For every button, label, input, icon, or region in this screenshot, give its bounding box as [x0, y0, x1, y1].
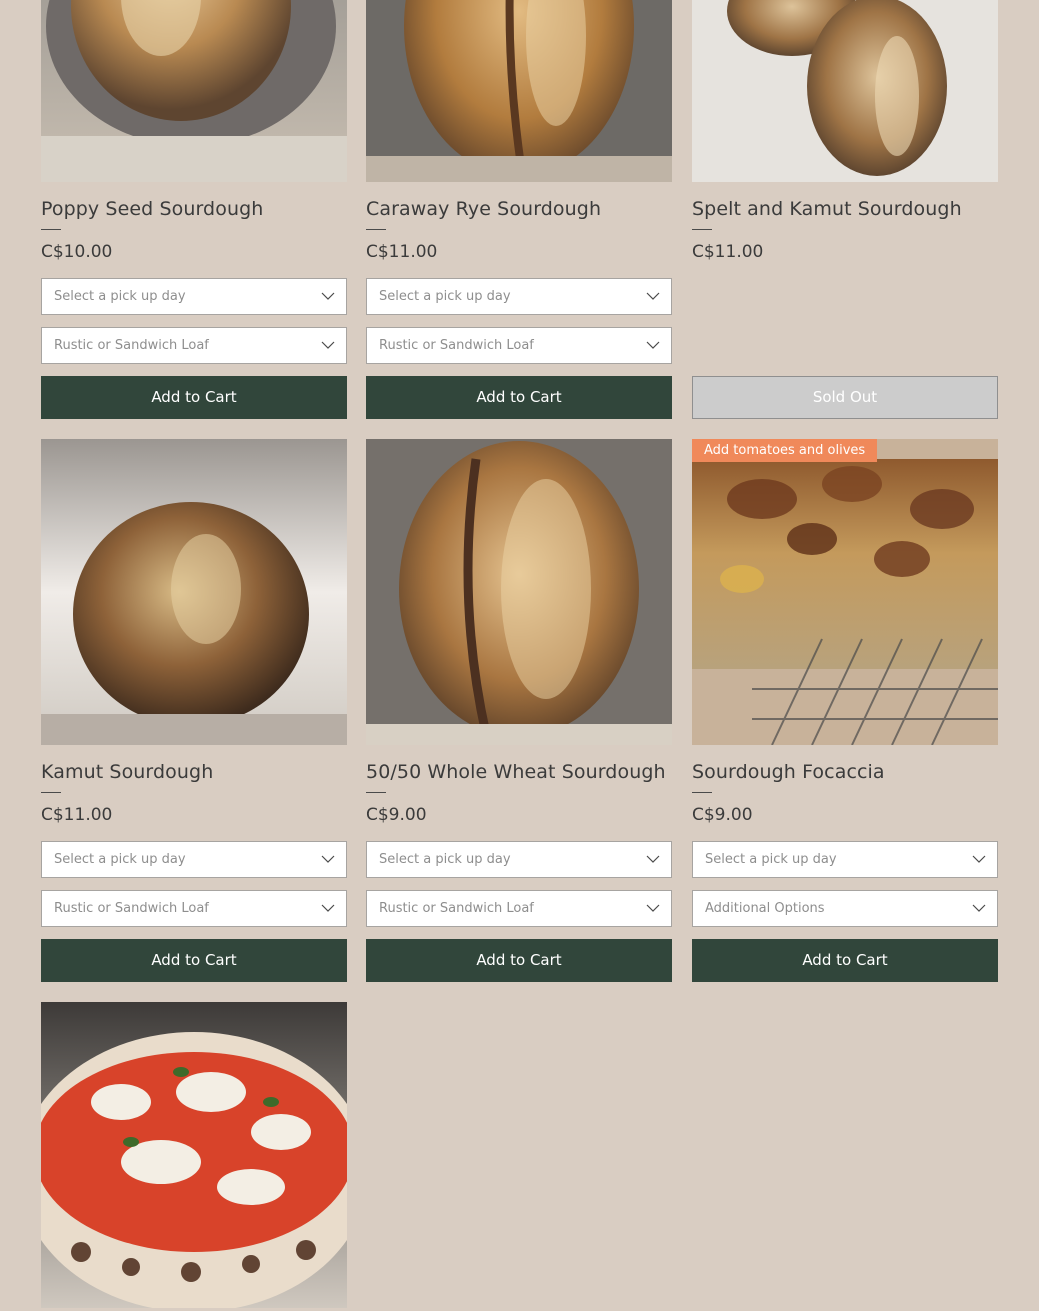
pickup-day-placeholder: Select a pick up day — [379, 289, 511, 304]
product-image[interactable] — [41, 439, 347, 745]
pickup-day-select[interactable]: Select a pick up day — [41, 841, 347, 878]
pickup-day-placeholder: Select a pick up day — [379, 852, 511, 867]
chevron-down-icon — [321, 341, 335, 349]
loaf-type-select[interactable]: Rustic or Sandwich Loaf — [41, 327, 347, 364]
pickup-day-select[interactable]: Select a pick up day — [366, 841, 672, 878]
chevron-down-icon — [646, 341, 660, 349]
product-name[interactable]: Caraway Rye Sourdough — [366, 198, 601, 220]
add-to-cart-button[interactable]: Add to Cart — [366, 376, 672, 419]
chevron-down-icon — [646, 904, 660, 912]
product-name[interactable]: Kamut Sourdough — [41, 761, 213, 783]
product-name[interactable]: Spelt and Kamut Sourdough — [692, 198, 962, 220]
product-name[interactable]: 50/50 Whole Wheat Sourdough — [366, 761, 666, 783]
title-divider — [692, 792, 712, 793]
product-price: C$9.00 — [692, 805, 753, 825]
loaf-type-placeholder: Rustic or Sandwich Loaf — [54, 338, 209, 353]
bread-loaf-image — [366, 0, 672, 182]
chevron-down-icon — [646, 855, 660, 863]
chevron-down-icon — [972, 904, 986, 912]
add-to-cart-button[interactable]: Add to Cart — [366, 939, 672, 982]
pickup-day-placeholder: Select a pick up day — [54, 852, 186, 867]
title-divider — [41, 229, 61, 230]
product-price: C$11.00 — [692, 242, 764, 262]
pickup-day-placeholder: Select a pick up day — [54, 289, 186, 304]
chevron-down-icon — [321, 904, 335, 912]
product-price: C$9.00 — [366, 805, 427, 825]
product-name[interactable]: Poppy Seed Sourdough — [41, 198, 263, 220]
pickup-day-select[interactable]: Select a pick up day — [366, 278, 672, 315]
loaf-type-placeholder: Rustic or Sandwich Loaf — [54, 901, 209, 916]
add-to-cart-button[interactable]: Add to Cart — [41, 939, 347, 982]
bread-loaf-image — [41, 0, 347, 182]
product-price: C$11.00 — [366, 242, 438, 262]
title-divider — [41, 792, 61, 793]
chevron-down-icon — [646, 292, 660, 300]
add-to-cart-button[interactable]: Add to Cart — [692, 939, 998, 982]
product-ribbon: Add tomatoes and olives — [692, 439, 878, 462]
loaf-type-placeholder: Rustic or Sandwich Loaf — [379, 901, 534, 916]
focaccia-image — [692, 439, 998, 745]
product-image[interactable] — [366, 439, 672, 745]
add-to-cart-button[interactable]: Add to Cart — [41, 376, 347, 419]
title-divider — [366, 229, 386, 230]
product-image[interactable] — [366, 0, 672, 182]
chevron-down-icon — [972, 855, 986, 863]
loaf-type-select[interactable]: Rustic or Sandwich Loaf — [366, 327, 672, 364]
title-divider — [692, 229, 712, 230]
product-image[interactable] — [41, 0, 347, 182]
product-price: C$11.00 — [41, 805, 113, 825]
product-image[interactable] — [692, 0, 998, 182]
loaf-type-placeholder: Rustic or Sandwich Loaf — [379, 338, 534, 353]
loaf-type-select[interactable]: Rustic or Sandwich Loaf — [366, 890, 672, 927]
product-price: C$10.00 — [41, 242, 113, 262]
pickup-day-placeholder: Select a pick up day — [705, 852, 837, 867]
bread-loaf-image — [366, 439, 672, 745]
title-divider — [366, 792, 386, 793]
bread-loaf-image — [692, 0, 998, 182]
additional-options-placeholder: Additional Options — [705, 901, 825, 916]
product-image[interactable]: Add tomatoes and olives — [692, 439, 998, 745]
pickup-day-select[interactable]: Select a pick up day — [692, 841, 998, 878]
additional-options-select[interactable]: Additional Options — [692, 890, 998, 927]
pizza-image — [41, 1002, 347, 1308]
chevron-down-icon — [321, 292, 335, 300]
product-image[interactable] — [41, 1002, 347, 1308]
bread-loaf-image — [41, 439, 347, 745]
sold-out-button[interactable]: Sold Out — [692, 376, 998, 419]
product-name[interactable]: Sourdough Focaccia — [692, 761, 885, 783]
pickup-day-select[interactable]: Select a pick up day — [41, 278, 347, 315]
loaf-type-select[interactable]: Rustic or Sandwich Loaf — [41, 890, 347, 927]
chevron-down-icon — [321, 855, 335, 863]
